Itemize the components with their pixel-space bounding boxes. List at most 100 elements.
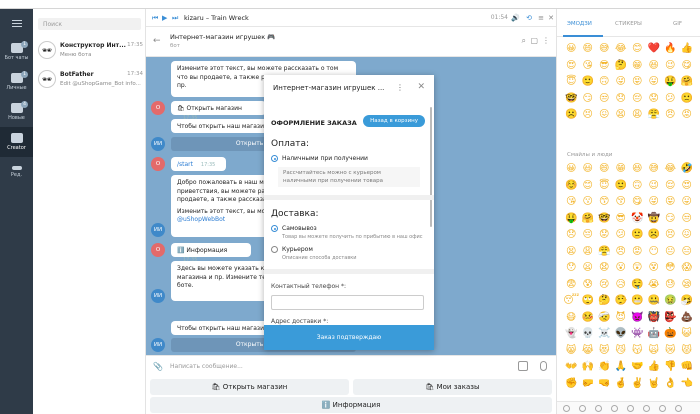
emoji-item[interactable]: 😵 — [646, 260, 663, 277]
folder-personal[interactable]: 1 Личные — [0, 67, 33, 97]
emoji-item[interactable]: 👽 — [613, 326, 630, 343]
emoji-item[interactable]: 🤛 — [580, 376, 597, 393]
emoji-item[interactable]: 😩 — [580, 244, 597, 261]
emoji-item[interactable]: 😠 — [613, 244, 630, 261]
emoji-item[interactable]: ☠️ — [596, 326, 613, 343]
emoji-item[interactable]: 😉 — [646, 178, 663, 195]
next-icon[interactable]: ⏭ — [172, 14, 178, 23]
emoji-item[interactable]: 😎 — [613, 211, 630, 228]
emoji-item[interactable]: 😱 — [679, 260, 696, 277]
emoji-item[interactable]: 🎃 — [662, 326, 679, 343]
emoji-item[interactable]: 😡 — [629, 244, 646, 261]
emoji-item[interactable]: 😄 — [580, 41, 597, 58]
emoji-item[interactable]: 😘 — [580, 58, 597, 75]
emoji-item[interactable]: 🙌 — [580, 359, 597, 376]
emoji-item[interactable]: 😖 — [679, 227, 696, 244]
smiley-icon[interactable] — [579, 405, 586, 412]
emoji-item[interactable]: 😼 — [613, 343, 630, 360]
emoji-item[interactable]: 😀 — [563, 161, 580, 178]
emoji-item[interactable]: 👐 — [563, 359, 580, 376]
emoji-item[interactable]: 😭 — [646, 277, 663, 294]
emoji-item[interactable]: 😙 — [596, 194, 613, 211]
emoji-item[interactable]: 🤠 — [646, 211, 663, 228]
emoji-item[interactable]: 😀 — [563, 41, 580, 58]
emoji-item[interactable]: 😏 — [662, 211, 679, 228]
emoji-item[interactable]: 😊 — [629, 41, 646, 58]
tab-emoji[interactable]: ЭМОДЗИ — [567, 21, 592, 27]
emoji-item[interactable]: 😷 — [563, 310, 580, 327]
emoji-item[interactable]: 🤑 — [563, 211, 580, 228]
confirm-order-button[interactable]: Заказ подтверждаю — [264, 325, 434, 350]
emoji-item[interactable]: 😜 — [646, 194, 663, 211]
keyboard-info-button[interactable]: ℹ️ Информация — [150, 397, 552, 413]
chat-item[interactable]: 🕶 Конструктор Инт... 17:35 Меню бота — [33, 37, 146, 65]
emoji-item[interactable]: 🤗 — [679, 74, 696, 91]
emoji-item[interactable]: 😚 — [613, 194, 630, 211]
close-icon[interactable]: ✕ — [548, 14, 554, 22]
emoji-item[interactable]: 😠 — [662, 107, 679, 124]
emoji-item[interactable]: 👺 — [662, 310, 679, 327]
emoji-item[interactable]: 😕 — [613, 227, 630, 244]
emoji-item[interactable]: 👌 — [662, 376, 679, 393]
emoji-item[interactable]: 😴 — [563, 293, 580, 310]
emoji-item[interactable]: 🤐 — [646, 293, 663, 310]
folder-creator[interactable]: Creator — [0, 127, 33, 157]
emoji-item[interactable]: 🤜 — [596, 376, 613, 393]
emoji-item[interactable]: 🤘 — [646, 376, 663, 393]
emoji-item[interactable]: ✌️ — [629, 376, 646, 393]
emoji-item[interactable]: 😺 — [679, 326, 696, 343]
emoji-item[interactable]: 🤑 — [662, 74, 679, 91]
emoji-item[interactable]: 😎 — [596, 58, 613, 75]
recent-icon[interactable] — [563, 405, 570, 412]
emoji-item[interactable]: 😫 — [613, 107, 630, 124]
emoji-item[interactable]: 👹 — [646, 310, 663, 327]
emoji-item[interactable]: 👎 — [662, 359, 679, 376]
emoji-item[interactable]: 👍 — [646, 359, 663, 376]
emoji-item[interactable]: 😶 — [646, 244, 663, 261]
search-icon[interactable]: ⌕ — [522, 36, 526, 46]
emoji-item[interactable]: 😽 — [629, 343, 646, 360]
emoji-item[interactable]: 👍 — [679, 41, 696, 58]
car-icon[interactable] — [643, 405, 650, 412]
emoji-item[interactable]: 😅 — [646, 161, 663, 178]
emoji-item[interactable]: 😯 — [563, 260, 580, 277]
repeat-icon[interactable]: ⟲ — [526, 14, 532, 22]
emoji-item[interactable]: 👾 — [629, 326, 646, 343]
emoji-item[interactable]: 😳 — [662, 260, 679, 277]
emoji-item[interactable]: 🤓 — [563, 91, 580, 108]
emoji-item[interactable]: 😄 — [596, 161, 613, 178]
emoji-item[interactable]: 😍 — [679, 178, 696, 195]
emoji-item[interactable]: 👊 — [679, 359, 696, 376]
emoji-item[interactable]: 😛 — [679, 194, 696, 211]
bear-icon[interactable] — [595, 405, 602, 412]
prev-icon[interactable]: ⏮ — [152, 14, 158, 23]
emoji-item[interactable]: 😻 — [596, 343, 613, 360]
emoji-item[interactable]: ☹️ — [563, 107, 580, 124]
bulb-icon[interactable] — [659, 405, 666, 412]
emoji-item[interactable]: 😞 — [613, 91, 630, 108]
flag-icon[interactable] — [675, 405, 682, 412]
emoji-item[interactable]: 😜 — [613, 74, 630, 91]
ball-icon[interactable] — [627, 405, 634, 412]
emoji-item[interactable]: 👈 — [679, 376, 696, 393]
emoji-item[interactable]: 😮 — [613, 260, 630, 277]
emoji-item[interactable]: 🙄 — [580, 293, 597, 310]
sidebar-icon[interactable]: ▢ — [530, 36, 538, 45]
emoji-item[interactable]: 😇 — [563, 74, 580, 91]
radio-selected[interactable] — [271, 155, 278, 162]
emoji-item[interactable]: 😈 — [613, 310, 630, 327]
emoji-item[interactable]: 😿 — [662, 343, 679, 360]
emoji-item[interactable]: 😰 — [580, 277, 597, 294]
keyboard-open-shop-button[interactable]: 🛍 Открыть магазин — [150, 379, 349, 395]
emoji-item[interactable]: 🙃 — [629, 178, 646, 195]
emoji-item[interactable]: 🤗 — [580, 211, 597, 228]
emoji-item[interactable]: 🙂 — [613, 178, 630, 195]
emoji-item[interactable]: ❤️ — [646, 41, 663, 58]
emoji-item[interactable]: 😧 — [596, 260, 613, 277]
playlist-icon[interactable]: ≡ — [538, 14, 544, 22]
emoji-item[interactable]: 🤥 — [613, 293, 630, 310]
emoji-item[interactable]: 🙏 — [613, 359, 630, 376]
emoji-item[interactable]: 😸 — [563, 343, 580, 360]
emoji-item[interactable]: 😓 — [662, 277, 679, 294]
emoji-item[interactable]: 😤 — [646, 107, 663, 124]
